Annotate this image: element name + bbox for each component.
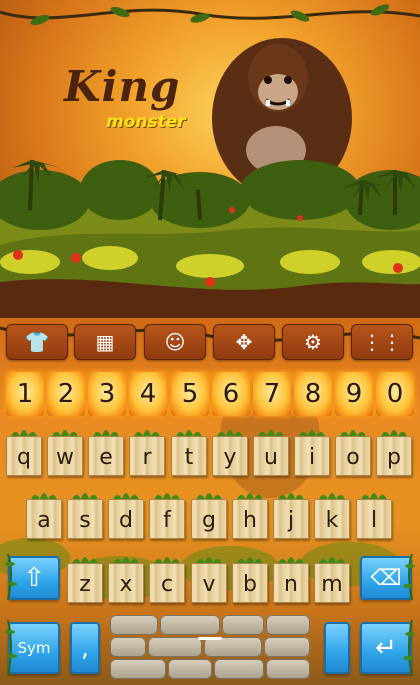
comma-label: , <box>81 634 89 662</box>
key-f[interactable]: f <box>149 489 185 539</box>
keyboard-toolbar: 👕 ▦ ☺ ✥ ⚙ ⋮⋮ <box>0 318 420 366</box>
shift-key[interactable]: ⇧ <box>5 553 60 601</box>
key-2[interactable]: 2 <box>47 372 85 416</box>
key-b[interactable]: b <box>232 553 268 603</box>
key-o[interactable]: o <box>335 426 371 476</box>
key-z[interactable]: z <box>67 553 103 603</box>
shift-arrow-icon: ⇧ <box>23 563 45 593</box>
key-e[interactable]: e <box>88 426 124 476</box>
space-bar-indicator <box>198 637 222 640</box>
key-h[interactable]: h <box>232 489 268 539</box>
key-t[interactable]: t <box>171 426 207 476</box>
period-key[interactable] <box>324 622 350 674</box>
move-arrows-icon[interactable]: ✥ <box>213 324 275 360</box>
key-u[interactable]: u <box>253 426 289 476</box>
theme-shirt-icon[interactable]: 👕 <box>6 324 68 360</box>
key-r[interactable]: r <box>129 426 165 476</box>
key-n[interactable]: n <box>273 553 309 603</box>
key-0[interactable]: 0 <box>376 372 414 416</box>
backspace-icon: ⌫ <box>370 565 402 591</box>
keyboard-theme-screen: King monster 👕 ▦ ☺ ✥ ⚙ ⋮⋮ 1 2 3 4 5 6 7 … <box>0 0 420 685</box>
sym-label: Sym <box>17 639 51 657</box>
key-d[interactable]: d <box>108 489 144 539</box>
grid-apps-icon[interactable]: ▦ <box>74 324 136 360</box>
enter-icon: ↵ <box>375 633 397 663</box>
comma-key[interactable]: , <box>70 622 100 674</box>
enter-key[interactable]: ↵ <box>360 619 415 677</box>
jungle-scene-illustration <box>0 4 420 318</box>
space-key[interactable] <box>110 615 310 679</box>
emoji-smiley-icon[interactable]: ☺ <box>144 324 206 360</box>
theme-banner: King monster <box>0 0 420 318</box>
key-a[interactable]: a <box>26 489 62 539</box>
key-1[interactable]: 1 <box>6 372 44 416</box>
menu-dots-icon[interactable]: ⋮⋮ <box>351 324 413 360</box>
key-m[interactable]: m <box>314 553 350 603</box>
settings-gear-icon[interactable]: ⚙ <box>282 324 344 360</box>
key-i[interactable]: i <box>294 426 330 476</box>
backspace-key[interactable]: ⌫ <box>360 553 415 601</box>
key-x[interactable]: x <box>108 553 144 603</box>
key-l[interactable]: l <box>356 489 392 539</box>
key-8[interactable]: 8 <box>294 372 332 416</box>
theme-subtitle: monster <box>106 112 186 132</box>
key-s[interactable]: s <box>67 489 103 539</box>
sym-key[interactable]: Sym <box>5 619 60 677</box>
key-g[interactable]: g <box>191 489 227 539</box>
key-j[interactable]: j <box>273 489 309 539</box>
theme-title: King <box>64 62 181 111</box>
key-5[interactable]: 5 <box>171 372 209 416</box>
key-y[interactable]: y <box>212 426 248 476</box>
key-q[interactable]: q <box>6 426 42 476</box>
key-7[interactable]: 7 <box>253 372 291 416</box>
key-v[interactable]: v <box>191 553 227 603</box>
key-k[interactable]: k <box>314 489 350 539</box>
key-6[interactable]: 6 <box>212 372 250 416</box>
key-3[interactable]: 3 <box>88 372 126 416</box>
key-4[interactable]: 4 <box>129 372 167 416</box>
key-p[interactable]: p <box>376 426 412 476</box>
key-c[interactable]: c <box>149 553 185 603</box>
key-9[interactable]: 9 <box>335 372 373 416</box>
key-w[interactable]: w <box>47 426 83 476</box>
